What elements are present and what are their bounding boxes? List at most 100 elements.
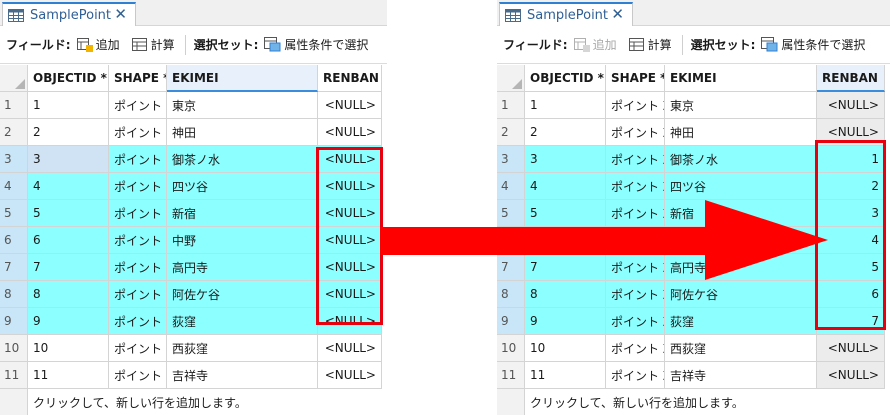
row-number[interactable]: 7 [0,254,28,281]
ekimei-cell[interactable]: 荻窪 [167,308,318,335]
calculate-field-button[interactable]: 計算 [628,36,672,53]
ekimei-cell[interactable]: 東京 [167,92,318,119]
ekimei-cell[interactable]: 阿佐ケ谷 [167,281,318,308]
col-header-renban[interactable]: RENBAN [817,65,885,92]
row-number[interactable]: 2 [497,119,525,146]
objectid-cell[interactable]: 4 [525,173,606,200]
shape-cell[interactable]: ポイント Z [109,200,167,227]
row-number[interactable]: 1 [497,92,525,119]
objectid-cell[interactable]: 8 [28,281,109,308]
shape-cell[interactable]: ポイント Z [109,335,167,362]
row-number[interactable]: 11 [497,362,525,389]
ekimei-cell[interactable]: 吉祥寺 [167,362,318,389]
objectid-cell[interactable]: 2 [28,119,109,146]
add-field-button[interactable]: 追加 [76,36,120,53]
shape-cell[interactable]: ポイント Z [109,308,167,335]
renban-cell[interactable]: <NULL> [817,92,885,119]
objectid-cell[interactable]: 1 [525,92,606,119]
shape-cell[interactable]: ポイント Z [606,119,665,146]
shape-cell[interactable]: ポイント Z [109,281,167,308]
objectid-cell[interactable]: 5 [28,200,109,227]
ekimei-cell[interactable]: 御茶ノ水 [665,146,817,173]
col-header-ekimei[interactable]: EKIMEI [665,65,817,92]
renban-cell[interactable]: <NULL> [318,362,382,389]
shape-cell[interactable]: ポイント Z [109,254,167,281]
table-row[interactable]: 11ポイント Z東京<NULL> [497,92,885,119]
ekimei-cell[interactable]: 西荻窪 [167,335,318,362]
shape-cell[interactable]: ポイント Z [606,335,665,362]
shape-cell[interactable]: ポイント Z [109,227,167,254]
shape-cell[interactable]: ポイント Z [109,92,167,119]
row-number[interactable]: 9 [0,308,28,335]
row-number[interactable]: 9 [497,308,525,335]
ekimei-cell[interactable]: 四ツ谷 [665,173,817,200]
renban-cell[interactable]: <NULL> [318,335,382,362]
objectid-cell[interactable]: 11 [525,362,606,389]
objectid-cell[interactable]: 7 [28,254,109,281]
objectid-cell[interactable]: 3 [28,146,109,173]
select-by-attribute-button[interactable]: 属性条件で選択 [264,36,368,53]
objectid-cell[interactable]: 10 [525,335,606,362]
col-header-renban[interactable]: RENBAN [318,65,382,92]
row-number[interactable]: 3 [0,146,28,173]
table-row[interactable]: 1010ポイント Z西荻窪<NULL> [497,335,885,362]
row-number[interactable]: 3 [497,146,525,173]
ekimei-cell[interactable]: 神田 [167,119,318,146]
table-row[interactable]: 1010ポイント Z西荻窪<NULL> [0,335,382,362]
row-number[interactable]: 4 [0,173,28,200]
shape-cell[interactable]: ポイント Z [109,146,167,173]
objectid-cell[interactable]: 10 [28,335,109,362]
ekimei-cell[interactable]: 御茶ノ水 [167,146,318,173]
shape-cell[interactable]: ポイント Z [109,362,167,389]
row-number[interactable]: 4 [497,173,525,200]
add-field-button[interactable]: 追加 [573,36,617,53]
tab-samplepoint[interactable]: SamplePoint ✕ [499,2,633,26]
add-row-hint[interactable]: クリックして、新しい行を追加します。 [28,389,382,415]
col-header-objectid[interactable]: OBJECTID * [525,65,606,92]
objectid-cell[interactable]: 9 [525,308,606,335]
objectid-cell[interactable]: 3 [525,146,606,173]
ekimei-cell[interactable]: 東京 [665,92,817,119]
add-row-hint[interactable]: クリックして、新しい行を追加します。 [525,389,885,415]
renban-cell[interactable]: <NULL> [318,92,382,119]
renban-cell[interactable]: <NULL> [817,362,885,389]
renban-cell[interactable]: <NULL> [817,335,885,362]
row-number[interactable]: 2 [0,119,28,146]
select-by-attribute-button[interactable]: 属性条件で選択 [761,36,865,53]
table-row[interactable]: 22ポイント Z神田<NULL> [0,119,382,146]
objectid-cell[interactable]: 9 [28,308,109,335]
col-header-shape[interactable]: SHAPE * [606,65,665,92]
close-icon[interactable]: ✕ [611,5,624,23]
select-all-corner[interactable] [497,65,525,92]
calculate-field-button[interactable]: 計算 [131,36,175,53]
table-row[interactable]: 1111ポイント Z吉祥寺<NULL> [497,362,885,389]
ekimei-cell[interactable]: 新宿 [167,200,318,227]
table-row[interactable]: 1111ポイント Z吉祥寺<NULL> [0,362,382,389]
ekimei-cell[interactable]: 吉祥寺 [665,362,817,389]
objectid-cell[interactable]: 2 [525,119,606,146]
objectid-cell[interactable]: 1 [28,92,109,119]
close-icon[interactable]: ✕ [114,5,127,23]
shape-cell[interactable]: ポイント Z [606,146,665,173]
ekimei-cell[interactable]: 神田 [665,119,817,146]
shape-cell[interactable]: ポイント Z [606,92,665,119]
table-row[interactable]: 11ポイント Z東京<NULL> [0,92,382,119]
shape-cell[interactable]: ポイント Z [606,308,665,335]
row-number[interactable]: 8 [0,281,28,308]
ekimei-cell[interactable]: 四ツ谷 [167,173,318,200]
row-number[interactable]: 10 [0,335,28,362]
objectid-cell[interactable]: 4 [28,173,109,200]
col-header-objectid[interactable]: OBJECTID * [28,65,109,92]
shape-cell[interactable]: ポイント Z [109,119,167,146]
row-number[interactable]: 6 [0,227,28,254]
col-header-ekimei[interactable]: EKIMEI [167,65,318,92]
ekimei-cell[interactable]: 中野 [167,227,318,254]
objectid-cell[interactable]: 6 [28,227,109,254]
objectid-cell[interactable]: 11 [28,362,109,389]
col-header-shape[interactable]: SHAPE * [109,65,167,92]
row-number[interactable]: 5 [0,200,28,227]
add-row-footer[interactable]: クリックして、新しい行を追加します。 [497,389,885,415]
renban-cell[interactable]: <NULL> [318,119,382,146]
shape-cell[interactable]: ポイント Z [606,173,665,200]
select-all-corner[interactable] [0,65,28,92]
